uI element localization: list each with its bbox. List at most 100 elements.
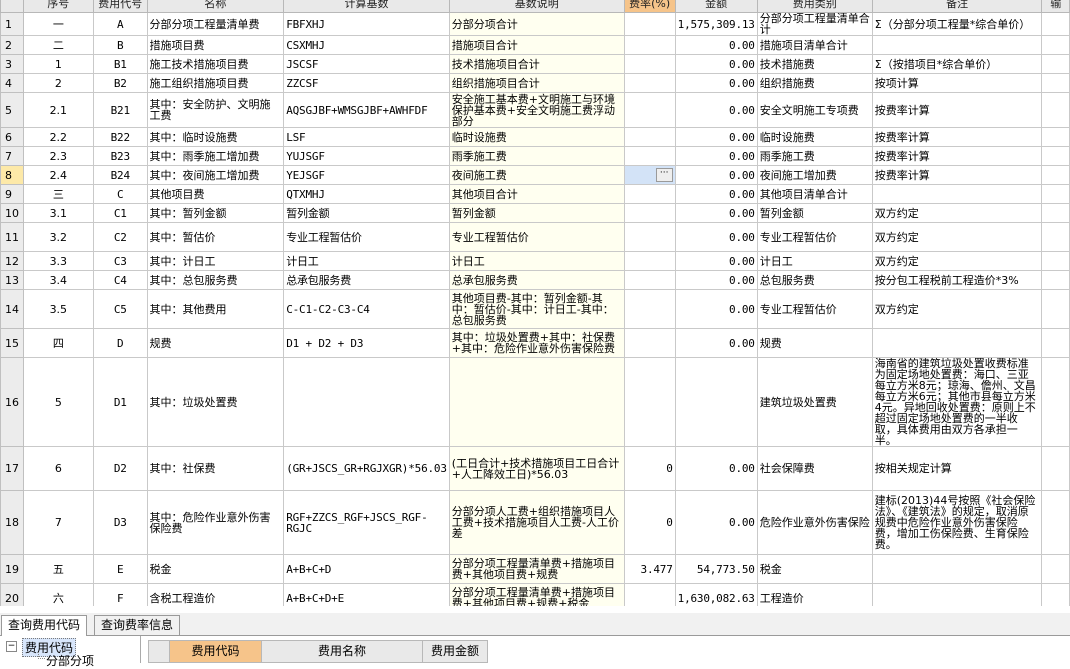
- table-row[interactable]: 6 2.2 B22 其中：临时设施费 LSF 临时设施费 0.00 临时设施费 按费率计算: [0, 127, 1070, 147]
- col-header-code[interactable]: 费用代号: [93, 0, 148, 13]
- cell-name[interactable]: 其中：暂列金额: [146, 203, 285, 223]
- row-number[interactable]: 6: [0, 127, 24, 147]
- cell-category[interactable]: 建筑垃圾处置费: [756, 357, 873, 447]
- table-row[interactable]: 11 3.2 C2 其中：暂估价 专业工程暂估价 专业工程暂估价 0.00 专业工程暂估价 双方…: [0, 222, 1070, 252]
- cell-desc[interactable]: 组织措施项目合计: [448, 73, 625, 93]
- cell-category[interactable]: 组织措施费: [756, 73, 873, 93]
- cell-name[interactable]: 其他项目费: [146, 184, 285, 204]
- cell-seq[interactable]: 6: [22, 446, 95, 491]
- row-number[interactable]: 12: [0, 251, 24, 271]
- cell-category[interactable]: 税金: [756, 554, 873, 584]
- cell-code[interactable]: C2: [93, 222, 148, 252]
- cell-base[interactable]: 总承包服务费: [283, 270, 450, 290]
- cell-category[interactable]: 分部分项工程量清单合计: [756, 12, 873, 36]
- cell-name[interactable]: 其中：暂估价: [146, 222, 285, 252]
- cell-seq[interactable]: 3.2: [22, 222, 95, 252]
- cell-code[interactable]: C4: [93, 270, 148, 290]
- cell-amount[interactable]: 0.00: [674, 490, 758, 555]
- cell-seq[interactable]: 2.1: [22, 92, 95, 128]
- cell-rate[interactable]: [623, 357, 676, 447]
- cell-note[interactable]: [871, 328, 1043, 358]
- col-header-cat[interactable]: 费用类别: [756, 0, 873, 13]
- table-row[interactable]: 4 2 B2 施工组织措施项目费 ZZCSF 组织措施项目合计 0.00 组织措施费 按项计算: [0, 73, 1070, 93]
- table-row[interactable]: 19 五 E 税金 A+B+C+D 分部分项工程量清单费+措施项目费+其他项目费+规费 3.…: [0, 554, 1070, 584]
- cell-category[interactable]: 技术措施费: [756, 54, 873, 74]
- cell-seq[interactable]: 3.4: [22, 270, 95, 290]
- cell-category[interactable]: 社会保障费: [756, 446, 873, 491]
- cell-amount[interactable]: 1,630,082.63: [674, 583, 758, 606]
- cell-output[interactable]: [1041, 35, 1070, 55]
- cell-note[interactable]: 按费率计算: [871, 92, 1043, 128]
- cell-base[interactable]: FBFXHJ: [283, 12, 450, 36]
- cell-desc[interactable]: 分部分项合计: [448, 12, 625, 36]
- row-number[interactable]: 3: [0, 54, 24, 74]
- table-row[interactable]: 7 2.3 B23 其中：雨季施工增加费 YUJSGF 雨季施工费 0.00 雨季施工费 按费率…: [0, 146, 1070, 166]
- cell-output[interactable]: [1041, 184, 1070, 204]
- cell-name[interactable]: 分部分项工程量清单费: [146, 12, 285, 36]
- table-row[interactable]: 1 一 A 分部分项工程量清单费 FBFXHJ 分部分项合计 1,575,309.13 分部分…: [0, 12, 1070, 36]
- cell-seq[interactable]: 2.4: [22, 165, 95, 185]
- tree-node-fbfx[interactable]: 分部分项: [46, 652, 94, 669]
- cell-desc[interactable]: 分部分项人工费+组织措施项目人工费+技术措施项目人工费-人工价差: [448, 490, 625, 555]
- cell-desc[interactable]: [448, 357, 625, 447]
- cell-amount[interactable]: [674, 357, 758, 447]
- cell-rate[interactable]: [623, 92, 676, 128]
- cell-seq[interactable]: 三: [22, 184, 95, 204]
- cell-rate[interactable]: [623, 35, 676, 55]
- table-row[interactable]: 3 1 B1 施工技术措施项目费 JSCSF 技术措施项目合计 0.00 技术措施费 Σ（按措项…: [0, 54, 1070, 74]
- cell-code[interactable]: C3: [93, 251, 148, 271]
- cell-code[interactable]: D2: [93, 446, 148, 491]
- table-row[interactable]: 9 三 C 其他项目费 QTXMHJ 其他项目合计 0.00 其他项目清单合计: [0, 184, 1070, 204]
- cell-amount[interactable]: 0.00: [674, 328, 758, 358]
- cell-rate[interactable]: ···: [623, 165, 676, 185]
- cell-base[interactable]: AQSGJBF+WMSGJBF+AWHFDF: [283, 92, 450, 128]
- cell-rate[interactable]: [623, 222, 676, 252]
- cell-base[interactable]: A+B+C+D: [283, 554, 450, 584]
- cell-amount[interactable]: 0.00: [674, 127, 758, 147]
- table-row[interactable]: 14 3.5 C5 其中：其他费用 C-C1-C2-C3-C4 其他项目费-其中：暂列金额…: [0, 289, 1070, 329]
- cell-desc[interactable]: 其他项目合计: [448, 184, 625, 204]
- col-header-name[interactable]: 名称: [146, 0, 285, 13]
- col-header-base[interactable]: 计算基数: [283, 0, 450, 13]
- table-row[interactable]: 17 6 D2 其中：社保费 (GR+JSCS_GR+RGJXGR)*56.03 (工日合…: [0, 446, 1070, 491]
- cell-category[interactable]: 临时设施费: [756, 127, 873, 147]
- cell-output[interactable]: [1041, 289, 1070, 329]
- cell-base[interactable]: D1 + D2 + D3: [283, 328, 450, 358]
- cell-desc[interactable]: 措施项目合计: [448, 35, 625, 55]
- cell-amount[interactable]: 0.00: [674, 203, 758, 223]
- cell-name[interactable]: 其中：雨季施工增加费: [146, 146, 285, 166]
- cell-output[interactable]: [1041, 127, 1070, 147]
- cell-amount[interactable]: 0.00: [674, 289, 758, 329]
- cell-note[interactable]: [871, 184, 1043, 204]
- cell-base[interactable]: QTXMHJ: [283, 184, 450, 204]
- cell-code[interactable]: F: [93, 583, 148, 606]
- cell-desc[interactable]: 计日工: [448, 251, 625, 271]
- cell-amount[interactable]: 0.00: [674, 222, 758, 252]
- cell-desc[interactable]: 其中：垃圾处置费+其中：社保费+其中：危险作业意外伤害保险费: [448, 328, 625, 358]
- cell-note[interactable]: [871, 35, 1043, 55]
- table-row[interactable]: 18 7 D3 其中：危险作业意外伤害保险费 RGF+ZZCS_RGF+JSCS_RGF…: [0, 490, 1070, 555]
- col-header-amount[interactable]: 金额: [674, 0, 758, 13]
- cell-output[interactable]: [1041, 165, 1070, 185]
- cell-amount[interactable]: 0.00: [674, 251, 758, 271]
- col-header-note[interactable]: 备注: [871, 0, 1043, 13]
- cell-code[interactable]: B: [93, 35, 148, 55]
- cell-note[interactable]: 双方约定: [871, 251, 1043, 271]
- cell-desc[interactable]: 安全施工基本费+文明施工与环境保护基本费+安全文明施工费浮动部分: [448, 92, 625, 128]
- col-header-in[interactable]: 输: [1041, 0, 1070, 13]
- row-number[interactable]: 11: [0, 222, 24, 252]
- cell-seq[interactable]: 3.1: [22, 203, 95, 223]
- cell-name[interactable]: 其中：安全防护、文明施工费: [146, 92, 285, 128]
- cell-note[interactable]: 按相关规定计算: [871, 446, 1043, 491]
- cell-amount[interactable]: 0.00: [674, 446, 758, 491]
- cell-seq[interactable]: 2.3: [22, 146, 95, 166]
- cell-output[interactable]: [1041, 446, 1070, 491]
- cell-name[interactable]: 施工组织措施项目费: [146, 73, 285, 93]
- row-number[interactable]: 13: [0, 270, 24, 290]
- cell-category[interactable]: 安全文明施工专项费: [756, 92, 873, 128]
- cell-note[interactable]: Σ（按措项目*综合单价）: [871, 54, 1043, 74]
- cell-output[interactable]: [1041, 54, 1070, 74]
- cell-name[interactable]: 含税工程造价: [146, 583, 285, 606]
- cell-note[interactable]: 双方约定: [871, 203, 1043, 223]
- cell-rate[interactable]: [623, 184, 676, 204]
